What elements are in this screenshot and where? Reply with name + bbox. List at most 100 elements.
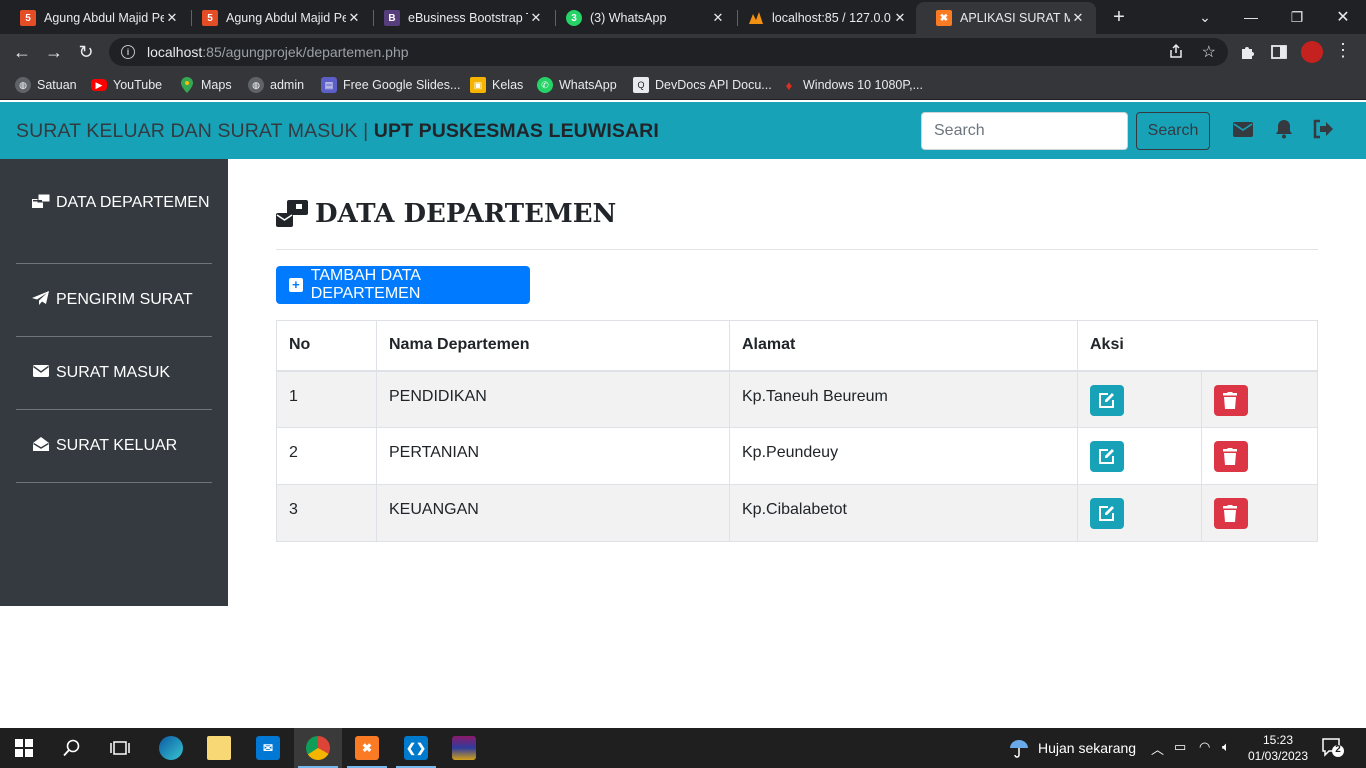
close-window-button[interactable]: ✕ — [1320, 0, 1366, 34]
cell-delete — [1201, 370, 1318, 428]
bookmark-item[interactable]: ◍ Satuan — [15, 76, 77, 94]
close-tab-icon[interactable]: ✕ — [710, 10, 726, 26]
close-tab-icon[interactable]: ✕ — [528, 10, 544, 26]
network-icon[interactable]: ▭ — [1174, 739, 1186, 755]
share-icon[interactable] — [1168, 43, 1184, 62]
delete-button[interactable] — [1214, 441, 1248, 472]
edge-icon — [159, 736, 183, 760]
bookmark-star-icon[interactable]: ☆ — [1202, 42, 1216, 62]
browser-tab-active[interactable]: ✖ APLIKASI SURAT MASU ✕ — [916, 2, 1096, 34]
task-view-button[interactable] — [96, 728, 144, 768]
sidebar-item-surat-masuk[interactable]: SURAT MASUK — [16, 361, 212, 385]
menu-icon[interactable]: ⋮ — [1334, 40, 1352, 61]
close-tab-icon[interactable]: ✕ — [892, 10, 908, 26]
back-button[interactable]: ← — [8, 38, 36, 66]
phpmyadmin-icon — [748, 10, 764, 26]
taskbar-app-mail[interactable]: ✉ — [244, 728, 292, 768]
cell-edit — [1077, 427, 1202, 485]
sidebar-divider — [16, 336, 212, 337]
taskbar-app-chrome[interactable] — [294, 728, 342, 768]
sidebar: DATA DEPARTEMEN PENGIRIM SURAT SURAT MAS… — [0, 159, 228, 606]
system-clock[interactable]: 15:23 01/03/2023 — [1244, 732, 1312, 764]
notification-center[interactable]: 2 — [1322, 738, 1344, 758]
slides-icon: ▤ — [321, 77, 337, 93]
search-icon — [63, 739, 80, 757]
browser-tab[interactable]: B eBusiness Bootstrap T ✕ — [364, 2, 554, 34]
add-departemen-button[interactable]: + TAMBAH DATA DEPARTEMEN — [276, 266, 530, 304]
umbrella-rain-icon — [1010, 740, 1028, 758]
site-info-icon[interactable]: i — [121, 45, 135, 59]
volume-icon[interactable]: 🔈︎ — [1222, 739, 1230, 755]
envelope-open-icon — [33, 437, 49, 451]
taskbar-app-vscode[interactable]: ❮❯ — [392, 728, 440, 768]
winrar-icon — [452, 736, 476, 760]
restore-button[interactable]: ❐ — [1274, 0, 1320, 34]
taskbar-app-edge[interactable] — [147, 728, 195, 768]
url-path: :85/agungprojek/departemen.php — [202, 44, 409, 60]
maps-icon — [179, 77, 195, 93]
close-tab-icon[interactable]: ✕ — [164, 10, 180, 26]
taskbar-app-xampp[interactable]: ✖ — [343, 728, 391, 768]
bookmark-item[interactable]: Maps — [179, 76, 232, 94]
sidebar-item-pengirim-surat[interactable]: PENGIRIM SURAT — [16, 288, 212, 312]
sign-out-icon[interactable] — [1312, 118, 1336, 142]
paper-plane-icon — [32, 291, 49, 305]
url-host: localhost — [147, 44, 203, 60]
edit-button[interactable] — [1090, 441, 1124, 472]
delete-button[interactable] — [1214, 498, 1248, 529]
brand-title[interactable]: SURAT KELUAR DAN SURAT MASUK | UPT PUSKE… — [16, 120, 659, 143]
bookmark-item[interactable]: ▶ YouTube — [91, 76, 162, 94]
tab-search-button[interactable]: ⌄ — [1182, 0, 1228, 34]
bookmark-item[interactable]: ▣ Kelas — [470, 76, 523, 94]
column-header-aksi: Aksi — [1077, 320, 1318, 372]
search-input[interactable] — [921, 112, 1128, 150]
sidebar-item-data-departemen[interactable]: DATA DEPARTEMEN — [16, 191, 212, 215]
html5-icon: 5 — [20, 10, 36, 26]
folder-icon — [207, 736, 231, 760]
column-header-no: No — [276, 320, 377, 372]
chevron-up-icon[interactable]: ︿ — [1151, 739, 1164, 758]
bell-icon[interactable] — [1273, 118, 1297, 142]
browser-tab[interactable]: localhost:85 / 127.0.0. ✕ — [728, 2, 918, 34]
extensions-icon[interactable] — [1239, 43, 1257, 66]
forward-button[interactable]: → — [40, 38, 68, 66]
classroom-icon: ▣ — [470, 77, 486, 93]
profile-avatar[interactable] — [1301, 41, 1323, 63]
close-tab-icon[interactable]: ✕ — [346, 10, 362, 26]
taskbar-app-explorer[interactable] — [195, 728, 243, 768]
bookmarks-bar: ◍ Satuan ▶ YouTube Maps ◍ admin ▤ Free G… — [0, 70, 1366, 100]
edit-button[interactable] — [1090, 498, 1124, 529]
taskbar-app-winrar[interactable] — [440, 728, 488, 768]
envelope-icon[interactable] — [1232, 118, 1256, 142]
search-taskbar-button[interactable] — [48, 728, 96, 768]
weather-widget[interactable]: Hujan sekarang — [1008, 738, 1136, 758]
sidebar-item-surat-keluar[interactable]: SURAT KELUAR — [16, 434, 212, 458]
browser-tab[interactable]: 5 Agung Abdul Majid Pe ✕ — [0, 2, 190, 34]
delete-button[interactable] — [1214, 384, 1248, 416]
wifi-icon[interactable]: ◠ — [1199, 739, 1210, 755]
vscode-icon: ❮❯ — [404, 736, 428, 760]
chrome-icon — [306, 736, 330, 760]
minimize-button[interactable]: — — [1228, 0, 1274, 34]
cell-nama: PERTANIAN — [376, 427, 730, 485]
bookmark-item[interactable]: ♦ Windows 10 1080P,... — [781, 76, 923, 94]
start-button[interactable] — [0, 728, 48, 768]
search-button[interactable]: Search — [1136, 112, 1210, 150]
table-row: 3 KEUANGAN Kp.Cibalabetot — [276, 484, 1318, 542]
bookmark-item[interactable]: ▤ Free Google Slides... — [321, 76, 460, 94]
bookmark-item[interactable]: ✆ WhatsApp — [537, 76, 617, 94]
globe-icon: ◍ — [15, 77, 31, 93]
new-tab-button[interactable]: + — [1096, 0, 1142, 34]
browser-tab[interactable]: 3 (3) WhatsApp ✕ — [546, 2, 736, 34]
edit-icon — [1099, 449, 1114, 464]
bookmark-item[interactable]: ◍ admin — [248, 76, 304, 94]
bookmark-item[interactable]: Q DevDocs API Docu... — [633, 76, 772, 94]
url-bar[interactable]: i localhost :85/agungprojek/departemen.p… — [109, 38, 1228, 66]
cell-delete — [1201, 427, 1318, 485]
side-panel-icon[interactable] — [1271, 44, 1287, 65]
table-row: 2 PERTANIAN Kp.Peundeuy — [276, 427, 1318, 485]
close-tab-icon[interactable]: ✕ — [1070, 10, 1086, 26]
reload-button[interactable]: ↻ — [72, 38, 100, 66]
edit-button[interactable] — [1090, 384, 1124, 416]
browser-tab[interactable]: 5 Agung Abdul Majid Pe ✕ — [182, 2, 372, 34]
